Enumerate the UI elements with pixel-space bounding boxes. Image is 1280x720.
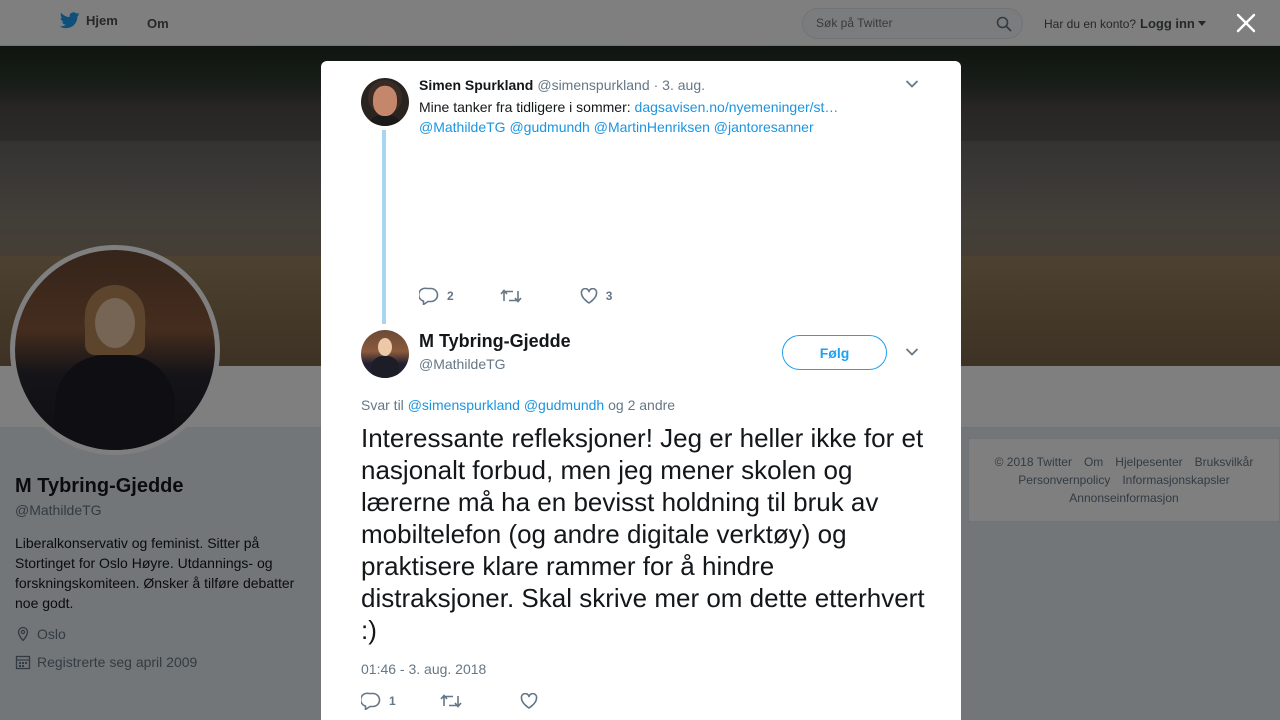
avatar-face	[373, 86, 397, 116]
reply-count: 1	[389, 694, 396, 708]
reply-button[interactable]: 1	[361, 692, 396, 710]
avatar-body	[371, 356, 399, 378]
parent-tweet-link[interactable]: dagsavisen.no/nyemeninger/st…	[635, 99, 839, 115]
reply-icon	[419, 287, 439, 305]
avatar-face	[378, 338, 392, 356]
main-tweet-timestamp[interactable]: 01:46 - 3. aug. 2018	[361, 661, 486, 677]
reply-others[interactable]: og 2 andre	[608, 397, 675, 413]
retweet-button[interactable]	[500, 288, 522, 304]
like-button[interactable]	[520, 693, 538, 709]
reply-context: Svar til @simenspurkland @gudmundh og 2 …	[361, 397, 675, 413]
parent-tweet-text: Mine tanker fra tidligere i sommer: dags…	[419, 97, 899, 137]
main-tweet-avatar[interactable]	[361, 330, 409, 378]
reply-icon	[361, 692, 381, 710]
main-tweet-author-handle[interactable]: @MathildeTG	[419, 356, 506, 372]
like-count: 3	[605, 289, 613, 303]
follow-button[interactable]: Følg	[782, 335, 887, 370]
parent-tweet-author-handle[interactable]: @simenspurkland	[537, 77, 649, 93]
mention-link[interactable]: @jantoresanner	[714, 119, 814, 135]
parent-tweet-date[interactable]: · 3. aug.	[654, 77, 705, 93]
reply-button[interactable]: 2	[419, 287, 454, 305]
close-icon[interactable]	[1233, 10, 1259, 36]
thread-line	[382, 130, 386, 324]
main-tweet-actions: 1	[361, 692, 538, 710]
reply-count: 2	[447, 289, 454, 303]
parent-tweet-actions: 2 3	[419, 287, 612, 305]
heart-icon	[520, 693, 538, 709]
mention-link[interactable]: @gudmundh	[509, 119, 589, 135]
mention-link[interactable]: @MartinHenriksen	[594, 119, 710, 135]
chevron-down-icon[interactable]	[905, 79, 919, 89]
parent-tweet-header: Simen Spurkland @simenspurkland · 3. aug…	[419, 77, 705, 93]
main-tweet-text: Interessante refleksjoner! Jeg er heller…	[361, 423, 925, 645]
chevron-down-icon[interactable]	[905, 347, 919, 357]
tweet-modal: Simen Spurkland @simenspurkland · 3. aug…	[321, 61, 961, 720]
parent-tweet-text-prefix: Mine tanker fra tidligere i sommer:	[419, 99, 631, 115]
mention-link[interactable]: @MathildeTG	[419, 119, 506, 135]
retweet-icon	[440, 694, 462, 708]
reply-mention-link[interactable]: @gudmundh	[524, 397, 604, 413]
like-button[interactable]: 3	[580, 288, 613, 304]
parent-tweet-author-name[interactable]: Simen Spurkland	[419, 77, 533, 93]
heart-icon	[580, 288, 598, 304]
main-tweet-author-name[interactable]: M Tybring-Gjedde	[419, 331, 571, 352]
retweet-icon	[500, 289, 522, 303]
reply-mention-link[interactable]: @simenspurkland	[408, 397, 520, 413]
reply-prefix: Svar til	[361, 397, 404, 413]
retweet-button[interactable]	[440, 693, 462, 709]
parent-tweet-avatar[interactable]	[361, 78, 409, 126]
